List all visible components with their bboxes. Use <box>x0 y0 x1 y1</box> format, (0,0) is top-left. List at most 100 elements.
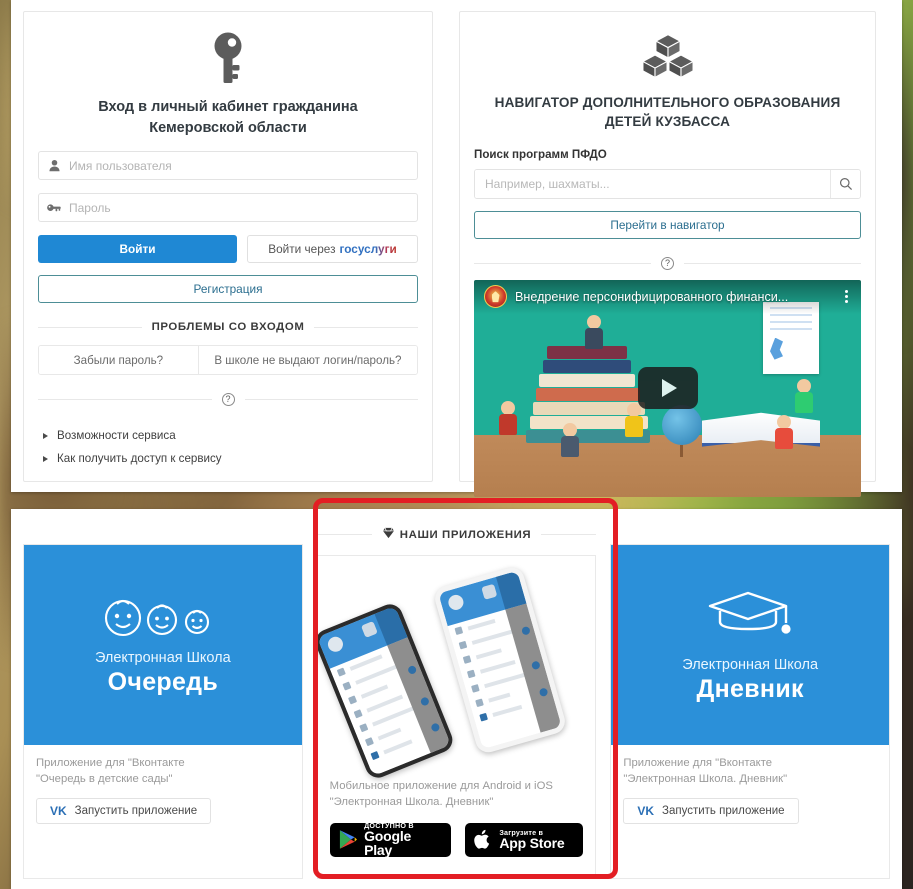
login-title-line2: Кемеровской области <box>149 119 307 136</box>
gosuslugi-brand: госуслуги <box>339 242 397 257</box>
android-phone-mockup <box>311 600 456 782</box>
cubes-logo-wrap <box>474 26 861 89</box>
search-input[interactable] <box>475 169 830 198</box>
username-field[interactable] <box>38 151 418 181</box>
graduation-cap-icon <box>708 591 791 634</box>
app-column-mobile: НАШИ ПРИЛОЖЕНИЯ Мобильное приложение для… <box>311 519 597 879</box>
username-input[interactable] <box>69 152 417 180</box>
kebab-menu-icon[interactable] <box>842 290 851 304</box>
app-hero-main: Дневник <box>696 674 804 703</box>
app-hero-diary: Электронная Школа Дневник <box>611 545 890 745</box>
app-hero-sub: Электронная Школа <box>682 656 819 673</box>
user-icon <box>39 159 69 172</box>
go-to-navigator-button[interactable]: Перейти в навигатор <box>474 210 861 239</box>
app-footer-mobile: Мобильное приложение для Android и iOS "… <box>317 768 596 871</box>
nav-divider-line-right <box>684 262 861 264</box>
app-hero-mobile <box>311 556 596 782</box>
password-input[interactable] <box>69 194 417 222</box>
search-label: Поиск программ ПФДО <box>474 147 607 161</box>
video-overlay-header: Внедрение персонифицированного финанси..… <box>474 279 861 314</box>
navigator-title-line2: ДЕТЕЙ КУЗБАССА <box>604 114 731 130</box>
app-desc-line2: "Электронная Школа. Дневник" <box>623 773 788 786</box>
app-desc-line2: "Электронная Школа. Дневник" <box>329 796 494 809</box>
launch-app-label: Запустить приложение <box>662 804 785 817</box>
launch-app-label: Запустить приложение <box>74 804 198 817</box>
question-mark-icon[interactable]: ? <box>221 393 235 407</box>
apple-icon <box>474 830 490 849</box>
video-title: Внедрение персонифицированного финанси..… <box>515 289 789 304</box>
navigator-card: НАВИГАТОР ДОПОЛНИТЕЛЬНОГО ОБРАЗОВАНИЯ ДЕ… <box>459 11 876 497</box>
apps-heading-divider: НАШИ ПРИЛОЖЕНИЯ <box>316 527 597 541</box>
app-footer-queue: Приложение для "Вконтакте "Очередь в дет… <box>24 745 302 838</box>
caret-right-icon <box>43 432 48 439</box>
google-play-icon <box>339 830 357 849</box>
search-bar <box>474 168 861 199</box>
app-description: Приложение для "Вконтакте "Электронная Ш… <box>623 755 877 788</box>
app-store-badge[interactable]: Загрузите в App Store <box>465 822 584 857</box>
ios-phone-mockup <box>431 564 568 756</box>
app-description: Мобильное приложение для Android и iOS "… <box>330 778 584 811</box>
gosuslugi-prefix: Войти через <box>268 242 336 257</box>
navigator-title-line1: НАВИГАТОР ДОПОЛНИТЕЛЬНОГО ОБРАЗОВАНИЯ <box>494 95 841 110</box>
help-divider-line-left <box>38 399 212 401</box>
login-links-list: Возможности сервиса Как получить доступ … <box>38 424 418 470</box>
no-login-from-school-button[interactable]: В школе не выдают логин/пароль? <box>197 346 417 375</box>
app-desc-line1: Мобильное приложение для Android и iOS <box>329 780 553 792</box>
link-how-to-get-access[interactable]: Как получить доступ к сервису <box>38 447 418 470</box>
divider-line-right <box>314 326 419 328</box>
caret-right-icon <box>43 455 48 462</box>
vk-icon: VK <box>637 803 655 818</box>
nav-divider-line-left <box>474 262 651 264</box>
login-button[interactable]: Войти <box>38 235 237 264</box>
app-column-queue: Электронная Школа Очередь Приложение для… <box>23 519 303 879</box>
gosuslugi-login-button[interactable]: Войти через госуслуги <box>247 235 418 264</box>
login-card: Вход в личный кабинет гражданина Кемеров… <box>23 11 433 482</box>
app-column-diary: Электронная Школа Дневник Приложение для… <box>610 519 891 879</box>
video-kid-graphic <box>774 414 794 449</box>
question-mark-icon[interactable]: ? <box>661 256 674 270</box>
password-field[interactable] <box>38 193 418 223</box>
launch-app-diary-button[interactable]: VK Запустить приложение <box>623 797 799 824</box>
forgot-password-button[interactable]: Забыли пароль? <box>39 346 198 375</box>
navigator-title: НАВИГАТОР ДОПОЛНИТЕЛЬНОГО ОБРАЗОВАНИЯ ДЕ… <box>474 93 861 132</box>
app-hero-queue: Электронная Школа Очередь <box>24 545 302 745</box>
apps-panel: Электронная Школа Очередь Приложение для… <box>11 509 902 889</box>
app-hero-sub: Электронная Школа <box>94 649 231 666</box>
app-card-diary: Электронная Школа Дневник Приложение для… <box>610 544 891 879</box>
play-icon[interactable] <box>637 367 698 410</box>
video-kid-graphic <box>560 422 580 457</box>
launch-app-queue-button[interactable]: VK Запустить приложение <box>36 797 212 824</box>
help-buttons-row: Забыли пароль? В школе не выдают логин/п… <box>38 345 418 376</box>
app-description: Приложение для "Вконтакте "Очередь в дет… <box>36 755 290 788</box>
navigator-help-divider: ? <box>474 256 861 270</box>
apps-heading: НАШИ ПРИЛОЖЕНИЯ <box>399 529 532 541</box>
kemerovo-coat-of-arms-icon <box>484 285 507 309</box>
divider-line-left <box>38 326 142 328</box>
cubes-icon <box>641 34 694 79</box>
key-logo-wrap <box>38 26 418 93</box>
register-button[interactable]: Регистрация <box>38 275 418 304</box>
login-title: Вход в личный кабинет гражданина Кемеров… <box>38 97 418 138</box>
login-title-line1: Вход в личный кабинет гражданина <box>98 99 358 115</box>
video-globe-graphic <box>662 404 702 457</box>
video-kid-graphic <box>498 400 518 435</box>
video-player[interactable]: Внедрение персонифицированного финанси..… <box>474 279 861 497</box>
problems-divider: ПРОБЛЕМЫ СО ВХОДОМ <box>38 321 419 334</box>
app-card-mobile: Мобильное приложение для Android и iOS "… <box>311 555 597 879</box>
magnifier-icon <box>839 177 852 190</box>
key-small-icon <box>39 202 69 214</box>
apps-divider-line-left <box>316 533 372 535</box>
link-service-features[interactable]: Возможности сервиса <box>38 424 418 447</box>
store-badge-big: App Store <box>499 835 565 852</box>
store-badges-row: ДОСТУПНО В Google Play Загрузите в App S… <box>329 821 584 857</box>
apps-divider-line-right <box>541 533 597 535</box>
link-label: Возможности сервиса <box>57 429 176 443</box>
key-icon <box>214 32 242 83</box>
search-button[interactable] <box>830 169 860 198</box>
app-footer-diary: Приложение для "Вконтакте "Электронная Ш… <box>611 745 890 838</box>
diamond-icon <box>382 527 394 539</box>
problems-heading: ПРОБЛЕМЫ СО ВХОДОМ <box>151 321 305 334</box>
app-desc-line1: Приложение для "Вконтакте <box>623 757 773 769</box>
google-play-badge[interactable]: ДОСТУПНО В Google Play <box>329 821 452 857</box>
top-panel: Вход в личный кабинет гражданина Кемеров… <box>11 0 902 497</box>
